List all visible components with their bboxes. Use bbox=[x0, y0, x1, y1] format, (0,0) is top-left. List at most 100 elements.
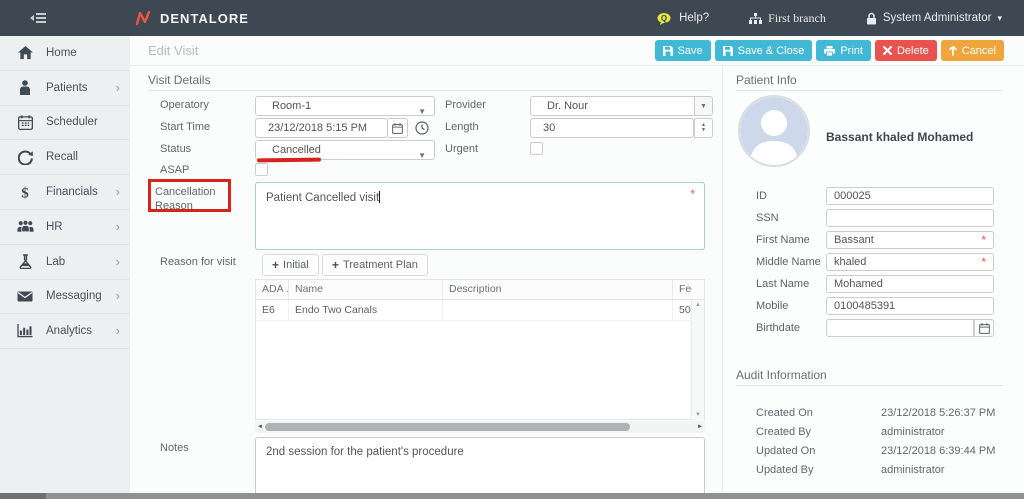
start-time-clock-button[interactable] bbox=[413, 119, 431, 137]
notes-textarea[interactable]: 2nd session for the patient's procedure bbox=[255, 437, 705, 499]
branch-menu[interactable]: First branch bbox=[749, 11, 826, 26]
sidebar-item-lab[interactable]: Lab › bbox=[0, 245, 130, 280]
mobile-input[interactable]: 0100485391 bbox=[826, 297, 994, 315]
column-header-fees[interactable]: Fees bbox=[673, 280, 692, 299]
cancellation-reason-textarea[interactable]: Patient Cancelled visit * bbox=[255, 182, 705, 250]
last-name-label: Last Name bbox=[756, 278, 809, 290]
printer-icon bbox=[824, 46, 835, 56]
chevron-right-icon: › bbox=[116, 326, 120, 336]
audit-information-title: Audit Information bbox=[736, 368, 827, 382]
provider-dropdown-button[interactable]: ▼ bbox=[694, 96, 713, 116]
add-initial-button[interactable]: + Initial bbox=[262, 254, 319, 276]
sidebar-item-recall[interactable]: Recall bbox=[0, 140, 130, 175]
ssn-input[interactable] bbox=[826, 209, 994, 227]
spinner-down-icon: ▼ bbox=[701, 128, 706, 133]
urgent-checkbox[interactable] bbox=[530, 142, 543, 155]
sidebar-item-financials[interactable]: $ Financials › bbox=[0, 175, 130, 210]
sidebar-collapse-button[interactable] bbox=[30, 12, 46, 24]
id-input[interactable]: 000025 bbox=[826, 187, 994, 205]
sidebar-item-analytics[interactable]: Analytics › bbox=[0, 314, 130, 349]
length-spinner-button[interactable]: ▲ ▼ bbox=[694, 118, 713, 138]
ssn-label: SSN bbox=[756, 212, 779, 224]
brand-name: DENTALORE bbox=[160, 11, 249, 26]
birthdate-label: Birthdate bbox=[756, 322, 800, 334]
urgent-label: Urgent bbox=[445, 143, 478, 155]
section-divider bbox=[736, 385, 1003, 386]
delete-button-label: Delete bbox=[897, 45, 929, 57]
sidebar-label-lab: Lab bbox=[46, 256, 65, 268]
mobile-label: Mobile bbox=[756, 300, 788, 312]
scroll-up-icon: ▲ bbox=[695, 302, 701, 308]
column-header-name[interactable]: Name bbox=[289, 280, 443, 299]
user-menu[interactable]: System Administrator ▾ bbox=[866, 12, 1002, 25]
save-and-close-button[interactable]: Save & Close bbox=[715, 40, 813, 61]
table-horizontal-scrollbar[interactable]: ◄ ► bbox=[255, 421, 705, 433]
birthdate-calendar-button[interactable] bbox=[974, 319, 994, 337]
last-name-input[interactable]: Mohamed bbox=[826, 275, 994, 293]
cancel-button-label: Cancel bbox=[962, 45, 996, 57]
sidebar-label-patients: Patients bbox=[46, 82, 88, 94]
sidebar-item-messaging[interactable]: Messaging › bbox=[0, 280, 130, 315]
chevron-right-icon: › bbox=[116, 187, 120, 197]
header-actions: Q Help? First branch Syste bbox=[657, 11, 1024, 26]
start-time-input[interactable]: 23/12/2018 5:15 PM bbox=[255, 118, 388, 138]
provider-label: Provider bbox=[445, 99, 486, 111]
chevron-right-icon: › bbox=[116, 291, 120, 301]
visit-details-panel: Visit Details Operatory Room-1 ▼ Provide… bbox=[130, 66, 722, 499]
chevron-right-icon: › bbox=[116, 222, 120, 232]
table-vertical-scrollbar[interactable]: ▲ ▼ bbox=[691, 300, 704, 420]
patient-avatar[interactable] bbox=[738, 95, 810, 167]
sidebar-item-scheduler[interactable]: Scheduler bbox=[0, 106, 130, 141]
patient-info-panel: Patient Info Bassant khaled Mohamed ID 0… bbox=[722, 66, 1024, 499]
section-divider bbox=[736, 90, 1003, 91]
notes-text: 2nd session for the patient's procedure bbox=[266, 446, 464, 458]
dentalore-logo-icon bbox=[134, 9, 152, 27]
calendar-icon bbox=[392, 123, 403, 134]
sidebar-label-analytics: Analytics bbox=[46, 325, 92, 337]
help-menu[interactable]: Q Help? bbox=[657, 12, 709, 25]
save-button-label: Save bbox=[678, 45, 703, 57]
save-button[interactable]: Save bbox=[655, 40, 711, 61]
svg-text:$: $ bbox=[21, 186, 29, 201]
sidebar-item-home[interactable]: Home bbox=[0, 36, 130, 71]
cancel-button[interactable]: Cancel bbox=[941, 40, 1004, 61]
column-header-description[interactable]: Description bbox=[443, 280, 673, 299]
middle-name-input[interactable]: khaled * bbox=[826, 253, 994, 271]
section-divider bbox=[148, 90, 710, 91]
created-on-label: Created On bbox=[756, 407, 813, 419]
chevron-right-icon: › bbox=[116, 257, 120, 267]
start-time-calendar-button[interactable] bbox=[388, 118, 408, 138]
sidebar-label-financials: Financials bbox=[46, 186, 98, 198]
updated-on-value: 23/12/2018 6:39:44 PM bbox=[881, 445, 995, 457]
table-row[interactable]: E6 Endo Two Canals 500 bbox=[256, 300, 704, 321]
column-header-ada[interactable]: ADA ... bbox=[256, 280, 289, 299]
brand-logo-group[interactable]: DENTALORE bbox=[134, 9, 249, 27]
created-by-label: Created By bbox=[756, 426, 811, 438]
provider-combobox[interactable]: Dr. Nour bbox=[530, 96, 695, 116]
length-input[interactable]: 30 bbox=[530, 118, 694, 138]
text-caret bbox=[379, 191, 380, 203]
add-treatment-plan-button[interactable]: + Treatment Plan bbox=[322, 254, 428, 276]
required-asterisk: * bbox=[981, 233, 986, 247]
delete-button[interactable]: Delete bbox=[875, 40, 937, 61]
operatory-select[interactable]: Room-1 ▼ bbox=[255, 96, 435, 116]
clock-icon bbox=[415, 121, 429, 135]
print-button[interactable]: Print bbox=[816, 40, 871, 61]
operatory-label: Operatory bbox=[160, 99, 209, 111]
scrollbar-thumb[interactable] bbox=[265, 423, 630, 431]
plus-icon: + bbox=[332, 258, 339, 272]
sidebar-item-hr[interactable]: HR › bbox=[0, 210, 130, 245]
cell-description bbox=[443, 300, 673, 320]
toolbar-buttons: Save Save & Close Print Delete Cancel bbox=[655, 40, 1024, 61]
plus-icon: + bbox=[272, 258, 279, 272]
asap-checkbox[interactable] bbox=[255, 163, 268, 176]
first-name-input[interactable]: Bassant * bbox=[826, 231, 994, 249]
birthdate-input[interactable] bbox=[826, 319, 974, 337]
analytics-chart-icon bbox=[14, 324, 36, 338]
status-select[interactable]: Cancelled ▼ bbox=[255, 140, 435, 160]
svg-text:Q: Q bbox=[661, 14, 667, 23]
help-label: Help? bbox=[679, 12, 709, 24]
save-floppy-icon bbox=[663, 46, 673, 56]
sidebar-item-patients[interactable]: Patients › bbox=[0, 71, 130, 106]
scroll-right-icon: ► bbox=[695, 424, 705, 430]
